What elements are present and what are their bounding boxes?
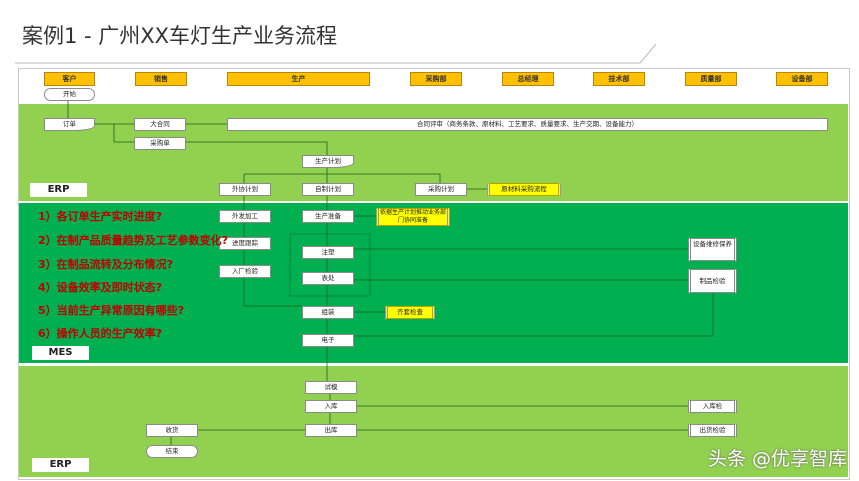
node-kit-check: 齐套检查 <box>385 306 435 319</box>
node-injection: 注塑 <box>302 246 354 259</box>
section-label-erp-top: ERP <box>30 183 87 197</box>
node-procure-plan: 采购计划 <box>415 183 467 196</box>
node-big-contract: 大合同 <box>134 118 186 131</box>
section-label-erp-bottom: ERP <box>32 458 89 472</box>
node-trial: 试模 <box>305 381 357 394</box>
node-electronic: 电子 <box>302 334 354 347</box>
node-production-plan: 生产计划 <box>302 155 354 168</box>
node-raw-material-flow: 原材料采购流程 <box>487 183 561 196</box>
question-4: 4）设备效率及即时状态? <box>38 281 163 294</box>
node-warehouse-out: 出库 <box>305 424 357 437</box>
node-assembly: 组装 <box>302 306 354 319</box>
question-1: 1）各订单生产实时进度? <box>38 210 163 223</box>
node-contract-review: 合同评审（商务条款、原材料、工艺要求、质量要求、生产交期、设备能力） <box>227 118 828 131</box>
node-end: 结束 <box>146 445 198 458</box>
node-outsource-plan: 外协计划 <box>219 183 271 196</box>
section-label-mes: MES <box>32 346 89 360</box>
node-incoming-inspect: 入厂检验 <box>219 265 271 278</box>
question-5: 5）当前生产异常原因有哪些? <box>38 304 185 317</box>
node-start: 开始 <box>44 88 95 101</box>
node-outsource-process: 外发加工 <box>219 210 271 223</box>
node-equip-maint: 设备维修保养 <box>688 238 737 261</box>
node-prep-note: 依据生产计划推动业务部门协同准备 <box>376 208 450 226</box>
node-self-plan: 自制计划 <box>302 183 354 196</box>
watermark: 头条 @优享智库 <box>707 448 847 470</box>
node-wip-inspect: 制品检验 <box>688 269 737 293</box>
node-ship-inspect: 出货检验 <box>688 424 737 437</box>
question-6: 6）操作人员的生产效率? <box>38 327 163 340</box>
question-2: 2）在制产品质量趋势及工艺参数变化? <box>38 234 229 247</box>
node-warehouse-in: 入库 <box>305 400 357 413</box>
node-production-prep: 生产准备 <box>302 210 354 223</box>
question-3: 3）在制品流转及分布情况? <box>38 258 174 271</box>
node-order: 订单 <box>44 118 95 131</box>
node-purchase-order: 采购单 <box>134 137 186 150</box>
node-surface: 表处 <box>302 272 354 285</box>
node-in-inspect: 入库检 <box>688 400 737 413</box>
node-receive: 收货 <box>146 424 198 437</box>
